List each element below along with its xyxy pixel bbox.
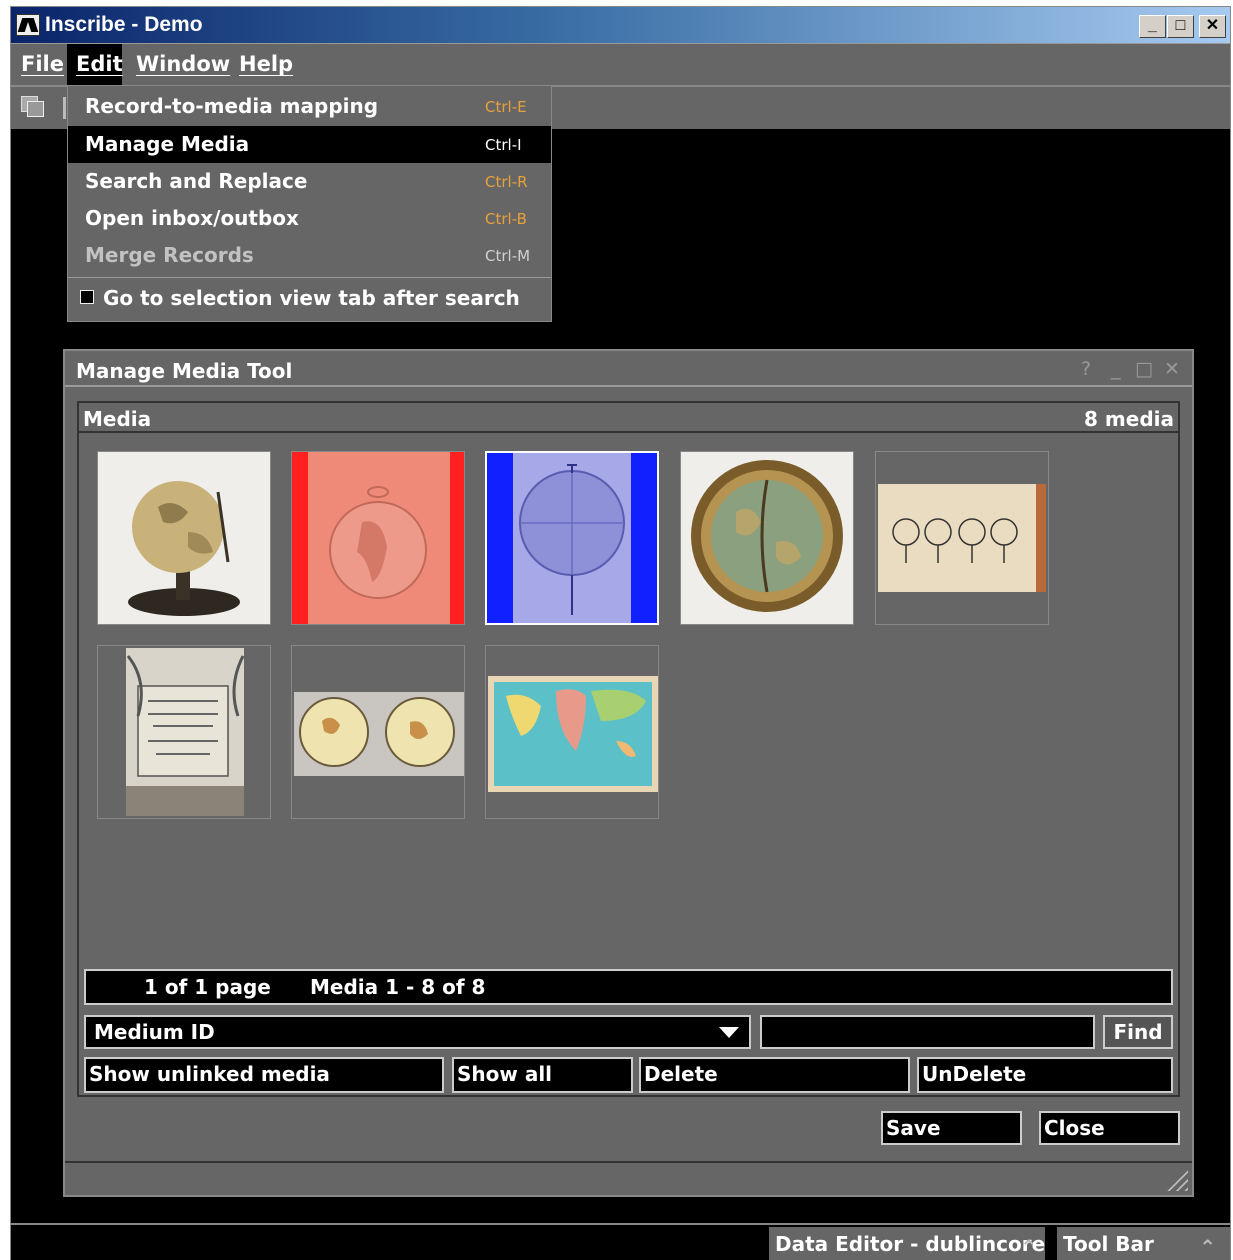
menu-help[interactable]: Help bbox=[239, 52, 293, 76]
chevron-up-icon[interactable]: ⌃ bbox=[1020, 1235, 1037, 1259]
menu-bar: File Edit Window Help bbox=[11, 43, 1230, 86]
task-bar: Data Editor - dublincore ⌃ Tool Bar ⌃ bbox=[11, 1223, 1230, 1260]
media-panel: Media 8 media 1 of 1 page Media 1 - 8 of… bbox=[77, 401, 1180, 1097]
dialog-status-bar bbox=[65, 1161, 1192, 1195]
checkbox-label: Go to selection view tab after search bbox=[103, 286, 520, 310]
taskbar-item-data-editor[interactable]: Data Editor - dublincore ⌃ bbox=[769, 1227, 1045, 1260]
media-panel-title: Media bbox=[83, 407, 152, 431]
menu-item-shortcut: Ctrl-E bbox=[485, 98, 527, 116]
media-count: 8 media bbox=[1084, 407, 1174, 431]
search-field-select[interactable]: Medium ID bbox=[84, 1015, 751, 1049]
menu-item-shortcut: Ctrl-I bbox=[485, 136, 522, 154]
delete-button[interactable]: Delete bbox=[639, 1057, 910, 1093]
menu-window[interactable]: Window bbox=[136, 52, 230, 76]
menu-item-label: Manage Media bbox=[85, 132, 250, 156]
dialog-title-bar[interactable]: Manage Media Tool ? _ □ ✕ bbox=[65, 351, 1192, 387]
minimize-icon[interactable]: _ bbox=[1111, 358, 1121, 380]
app-window: Inscribe - Demo _ □ ✕ File Edit Window H… bbox=[10, 6, 1231, 1260]
menu-item-label: Open inbox/outbox bbox=[85, 206, 299, 230]
taskbar-item-label: Tool Bar bbox=[1063, 1232, 1154, 1256]
save-button[interactable]: Save bbox=[881, 1111, 1022, 1145]
page-indicator: 1 of 1 page bbox=[144, 975, 271, 999]
menu-item-merge-records: Merge Records Ctrl-M bbox=[68, 237, 551, 274]
media-thumbnail-blue-globe-gores[interactable] bbox=[485, 451, 659, 625]
checkbox[interactable] bbox=[80, 290, 94, 304]
find-button[interactable]: Find bbox=[1103, 1015, 1173, 1049]
menu-item-goto-selection-view[interactable]: Go to selection view tab after search bbox=[68, 282, 551, 318]
close-icon[interactable]: ✕ bbox=[1164, 358, 1180, 380]
media-range: Media 1 - 8 of 8 bbox=[310, 975, 486, 999]
menu-item-label: Search and Replace bbox=[85, 169, 308, 193]
menu-item-shortcut: Ctrl-R bbox=[485, 173, 528, 191]
media-thumbnail-globe-on-stand[interactable] bbox=[97, 451, 271, 625]
menu-item-open-inbox-outbox[interactable]: Open inbox/outbox Ctrl-B bbox=[68, 200, 551, 237]
maximize-button[interactable]: □ bbox=[1167, 15, 1194, 38]
resize-grip-icon[interactable] bbox=[1162, 1165, 1188, 1191]
menu-item-label: Record-to-media mapping bbox=[85, 94, 379, 118]
pagination-bar: 1 of 1 page Media 1 - 8 of 8 bbox=[84, 969, 1173, 1005]
inscribe-logo-icon bbox=[16, 14, 40, 36]
button-label: Show all bbox=[457, 1062, 553, 1086]
button-label: Show unlinked media bbox=[89, 1062, 330, 1086]
menu-item-search-and-replace[interactable]: Search and Replace Ctrl-R bbox=[68, 163, 551, 200]
button-label: Save bbox=[886, 1116, 941, 1140]
menu-item-record-to-media-mapping[interactable]: Record-to-media mapping Ctrl-E bbox=[68, 88, 551, 125]
menu-item-label: Merge Records bbox=[85, 243, 254, 267]
show-unlinked-media-button[interactable]: Show unlinked media bbox=[84, 1057, 444, 1093]
undelete-button[interactable]: UnDelete bbox=[917, 1057, 1173, 1093]
windows-stack-icon[interactable] bbox=[21, 96, 44, 117]
dropdown-arrow-icon bbox=[719, 1027, 739, 1038]
media-thumbnail-brass-armillary-globe[interactable] bbox=[680, 451, 854, 625]
title-bar[interactable]: Inscribe - Demo _ □ ✕ bbox=[11, 7, 1230, 43]
media-thumbnail-twin-hemisphere-map[interactable] bbox=[291, 645, 465, 819]
maximize-icon[interactable]: □ bbox=[1135, 358, 1153, 380]
edit-menu-dropdown: Record-to-media mapping Ctrl-E Manage Me… bbox=[67, 85, 552, 322]
taskbar-item-label: Data Editor - dublincore bbox=[775, 1232, 1046, 1256]
menu-item-shortcut: Ctrl-M bbox=[485, 247, 531, 265]
close-button[interactable]: ✕ bbox=[1199, 15, 1226, 38]
button-label: UnDelete bbox=[922, 1062, 1027, 1086]
menu-file[interactable]: File bbox=[21, 52, 64, 76]
menu-item-manage-media[interactable]: Manage Media Ctrl-I bbox=[68, 126, 551, 163]
show-all-button[interactable]: Show all bbox=[452, 1057, 633, 1093]
menu-edit[interactable]: Edit bbox=[67, 44, 123, 86]
window-title: Inscribe - Demo bbox=[45, 13, 203, 36]
media-panel-header: Media 8 media bbox=[79, 403, 1178, 433]
button-label: Delete bbox=[644, 1062, 718, 1086]
search-field-value: Medium ID bbox=[94, 1020, 215, 1044]
dialog-title: Manage Media Tool bbox=[76, 359, 293, 383]
toolbar-separator bbox=[63, 97, 66, 119]
button-label: Close bbox=[1044, 1116, 1105, 1140]
close-dialog-button[interactable]: Close bbox=[1039, 1111, 1180, 1145]
media-thumbnail-red-book-globe-page[interactable] bbox=[291, 451, 465, 625]
help-icon[interactable]: ? bbox=[1081, 358, 1091, 380]
media-thumbnail-world-map-mercator[interactable] bbox=[485, 645, 659, 819]
media-thumbnail-title-page-engraving[interactable] bbox=[97, 645, 271, 819]
search-input[interactable] bbox=[760, 1015, 1095, 1049]
menu-separator bbox=[68, 277, 551, 278]
media-thumbnail-open-book-globes[interactable] bbox=[875, 451, 1049, 625]
menu-item-shortcut: Ctrl-B bbox=[485, 210, 527, 228]
manage-media-dialog: Manage Media Tool ? _ □ ✕ Media 8 media bbox=[63, 349, 1194, 1197]
chevron-up-icon[interactable]: ⌃ bbox=[1199, 1235, 1216, 1259]
taskbar-item-tool-bar[interactable]: Tool Bar ⌃ bbox=[1057, 1227, 1230, 1260]
minimize-button[interactable]: _ bbox=[1139, 15, 1166, 38]
